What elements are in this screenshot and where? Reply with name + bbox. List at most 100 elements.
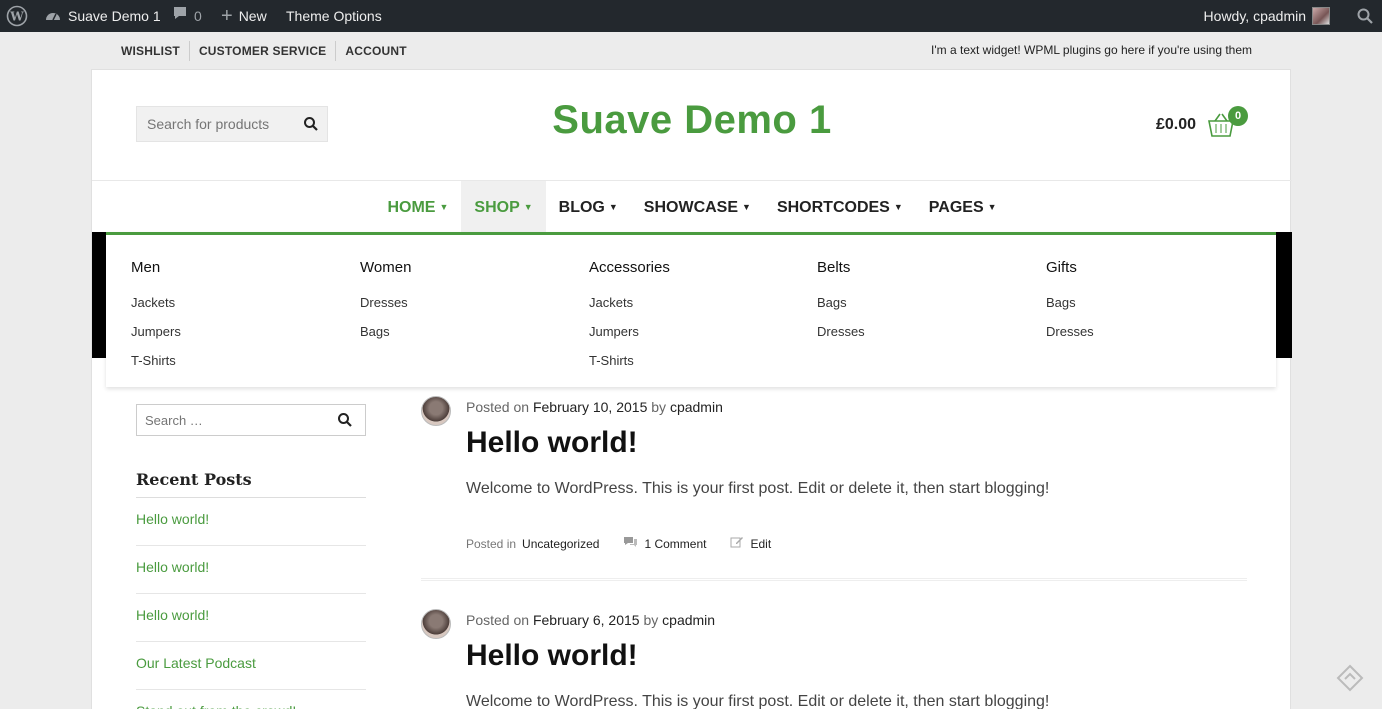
mega-column-title[interactable]: Women bbox=[360, 259, 411, 276]
comments-link[interactable]: 1 Comment bbox=[623, 536, 706, 551]
comment-bubble-icon bbox=[172, 0, 188, 32]
post-meta: Posted on February 6, 2015 by cpadmin bbox=[466, 612, 715, 628]
mega-link[interactable]: T-Shirts bbox=[131, 346, 181, 375]
nav-pages-label: PAGES bbox=[928, 199, 984, 216]
mega-link[interactable]: Dresses bbox=[360, 288, 411, 317]
mega-link[interactable]: Jumpers bbox=[131, 317, 181, 346]
new-content-link[interactable]: + New bbox=[221, 0, 267, 32]
comments-count-label: 1 Comment bbox=[644, 536, 707, 551]
theme-options-label: Theme Options bbox=[286, 8, 382, 24]
caret-down-icon: ▼ bbox=[439, 202, 449, 212]
post-author[interactable]: cpadmin bbox=[662, 612, 715, 628]
mega-link[interactable]: T-Shirts bbox=[589, 346, 670, 375]
blog-post: Posted on February 10, 2015 by cpadmin H… bbox=[421, 396, 1247, 586]
sidebar-search-input[interactable] bbox=[137, 405, 327, 435]
post-title[interactable]: Hello world! bbox=[466, 639, 638, 673]
post-author[interactable]: cpadmin bbox=[670, 399, 723, 415]
posted-in-label: Posted in bbox=[466, 536, 517, 551]
theme-options-link[interactable]: Theme Options bbox=[286, 0, 382, 32]
recent-post-link[interactable]: Hello world! bbox=[136, 498, 366, 546]
post-date[interactable]: February 10, 2015 bbox=[533, 399, 647, 415]
nav-blog-label: BLOG bbox=[558, 199, 605, 216]
site-name-link[interactable]: Suave Demo 1 bbox=[44, 0, 161, 32]
recent-posts-list: Hello world! Hello world! Hello world! O… bbox=[136, 498, 366, 709]
site-title[interactable]: Suave Demo 1 bbox=[92, 98, 1292, 143]
customer-service-link[interactable]: CUSTOMER SERVICE bbox=[188, 40, 335, 61]
category-link[interactable]: Uncategorized bbox=[522, 537, 599, 551]
wp-admin-bar: W Suave Demo 1 0 + New Theme Options How… bbox=[0, 0, 1382, 32]
avatar bbox=[1312, 7, 1330, 25]
edit-icon bbox=[730, 535, 744, 552]
author-avatar bbox=[421, 396, 451, 426]
top-links: WISHLIST CUSTOMER SERVICE ACCOUNT bbox=[112, 32, 416, 69]
recent-post-link[interactable]: Hello world! bbox=[136, 594, 366, 642]
recent-post-link[interactable]: Hello world! bbox=[136, 546, 366, 594]
post-divider bbox=[421, 578, 1247, 581]
my-account-link[interactable]: Howdy, cpadmin bbox=[1204, 0, 1330, 32]
nav-home-label: HOME bbox=[387, 199, 436, 216]
mega-link[interactable]: Dresses bbox=[817, 317, 865, 346]
mega-link[interactable]: Bags bbox=[1046, 288, 1094, 317]
mega-link[interactable]: Jackets bbox=[131, 288, 181, 317]
new-label: New bbox=[238, 8, 267, 24]
nav-item-blog[interactable]: BLOG ▼ bbox=[546, 181, 631, 233]
mega-column-title[interactable]: Accessories bbox=[589, 259, 670, 276]
edit-label: Edit bbox=[750, 536, 772, 551]
posted-on-label: Posted on bbox=[466, 399, 530, 415]
caret-down-icon: ▼ bbox=[987, 202, 997, 212]
howdy-label: Howdy, cpadmin bbox=[1203, 8, 1306, 24]
posted-on-label: Posted on bbox=[466, 612, 530, 628]
sidebar-search-form bbox=[136, 404, 366, 436]
comments-count: 0 bbox=[194, 8, 202, 24]
mega-column-men: Men Jackets Jumpers T-Shirts bbox=[131, 259, 181, 375]
nav-item-shortcodes[interactable]: SHORTCODES ▼ bbox=[764, 181, 916, 233]
blog-post: Posted on February 6, 2015 by cpadmin He… bbox=[421, 609, 1247, 709]
main-navigation: HOME ▼ SHOP ▼ BLOG ▼ SHOWCASE ▼ SHORTCODES ▼ … bbox=[92, 181, 1292, 233]
edit-link[interactable]: Edit bbox=[730, 535, 771, 552]
mega-column-accessories: Accessories Jackets Jumpers T-Shirts bbox=[589, 259, 670, 375]
recent-post-link[interactable]: Stand out from the crowd! bbox=[136, 690, 366, 709]
comments-link[interactable]: 0 bbox=[172, 0, 202, 32]
nav-shortcodes-label: SHORTCODES bbox=[776, 199, 890, 216]
svg-text:W: W bbox=[9, 10, 24, 24]
post-title[interactable]: Hello world! bbox=[466, 426, 638, 460]
back-to-top-icon[interactable] bbox=[1336, 664, 1364, 697]
mega-link[interactable]: Jackets bbox=[589, 288, 670, 317]
header-cart[interactable]: £0.00 0 bbox=[1155, 106, 1248, 140]
cart-count-badge: 0 bbox=[1228, 106, 1248, 126]
caret-down-icon: ▼ bbox=[893, 202, 903, 212]
mega-link[interactable]: Dresses bbox=[1046, 317, 1094, 346]
account-link[interactable]: ACCOUNT bbox=[335, 40, 415, 61]
by-label: by bbox=[651, 399, 667, 415]
site-name-label: Suave Demo 1 bbox=[68, 8, 161, 24]
recent-post-link[interactable]: Our Latest Podcast bbox=[136, 642, 366, 690]
nav-item-home[interactable]: HOME ▼ bbox=[374, 181, 461, 233]
caret-down-icon: ▼ bbox=[523, 202, 533, 212]
author-avatar bbox=[421, 609, 451, 639]
post-excerpt: Welcome to WordPress. This is your first… bbox=[466, 480, 1050, 497]
mega-column-title[interactable]: Gifts bbox=[1046, 259, 1094, 276]
mega-column-women: Women Dresses Bags bbox=[360, 259, 411, 346]
mega-link[interactable]: Bags bbox=[817, 288, 865, 317]
mega-column-title[interactable]: Belts bbox=[817, 259, 865, 276]
search-icon[interactable] bbox=[337, 412, 353, 433]
search-icon[interactable] bbox=[1356, 0, 1374, 32]
cart-total: £0.00 bbox=[1155, 116, 1196, 133]
mega-link[interactable]: Jumpers bbox=[589, 317, 670, 346]
wordpress-logo-icon[interactable]: W bbox=[6, 0, 28, 32]
nav-item-shop[interactable]: SHOP ▼ bbox=[461, 181, 546, 233]
post-date[interactable]: February 6, 2015 bbox=[533, 612, 640, 628]
nav-item-showcase[interactable]: SHOWCASE ▼ bbox=[631, 181, 764, 233]
wishlist-link[interactable]: WISHLIST bbox=[112, 41, 189, 61]
nav-showcase-label: SHOWCASE bbox=[643, 199, 739, 216]
nav-item-pages[interactable]: PAGES ▼ bbox=[916, 181, 1010, 233]
by-label: by bbox=[643, 612, 659, 628]
post-excerpt: Welcome to WordPress. This is your first… bbox=[466, 693, 1050, 709]
caret-down-icon: ▼ bbox=[608, 202, 618, 212]
mega-column-gifts: Gifts Bags Dresses bbox=[1046, 259, 1094, 346]
post-categories: Posted in Uncategorized bbox=[466, 537, 599, 551]
dashboard-icon bbox=[44, 7, 62, 25]
mega-column-title[interactable]: Men bbox=[131, 259, 181, 276]
mega-link[interactable]: Bags bbox=[360, 317, 411, 346]
basket-icon: 0 bbox=[1206, 106, 1248, 140]
